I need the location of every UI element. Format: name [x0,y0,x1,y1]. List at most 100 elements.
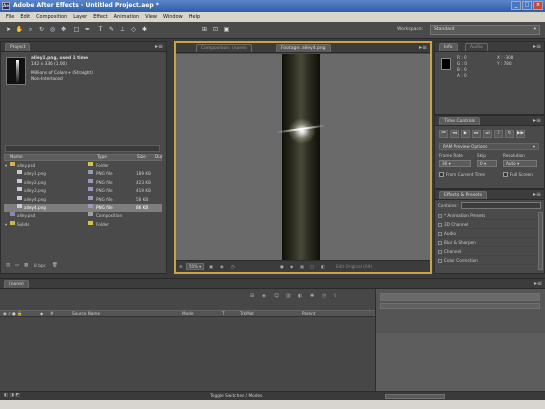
region-icon[interactable]: ◆ [290,264,293,269]
new-composition-icon[interactable]: ▦ [24,263,28,268]
timeline-track[interactable] [376,333,545,391]
safe-zones-icon[interactable]: ▣ [209,264,213,269]
full-screen-checkbox[interactable] [503,172,508,177]
workspace-select[interactable]: Standard ▾ [430,25,540,35]
expand-icon[interactable] [438,259,442,263]
clone-stamp-tool-icon[interactable]: ⊥ [118,25,127,35]
expand-icon[interactable] [438,214,442,218]
effects-category[interactable]: 3D Channel [438,221,536,229]
from-current-checkbox[interactable] [439,172,444,177]
menu-edit[interactable]: Edit [17,14,33,20]
column-mode[interactable]: Mode [182,311,193,317]
menu-view[interactable]: View [142,14,160,20]
menu-help[interactable]: Help [186,14,203,20]
menu-window[interactable]: Window [160,14,186,20]
expand-layer-switches-icon[interactable]: ◧ ◨ ◩ [4,393,20,398]
effects-search-input[interactable] [461,202,541,209]
rectangle-mask-tool-icon[interactable]: □ [72,25,81,35]
layout-icon[interactable]: ▢ [310,264,314,269]
project-row[interactable]: ▾ Solids Folder [4,220,162,229]
column-parent[interactable]: Parent [302,311,315,317]
project-row[interactable]: alley1.png PNG file 189 KB [4,170,162,178]
effects-category[interactable]: Channel [438,248,536,256]
label-color-swatch[interactable] [88,195,93,200]
first-frame-icon[interactable]: ⏮ [439,130,448,138]
expand-icon[interactable] [438,241,442,245]
effects-category[interactable]: Audio [438,230,536,238]
eraser-tool-icon[interactable]: ◇ [129,25,138,35]
minimize-button[interactable]: _ [511,1,521,10]
tab-footage[interactable]: Footage: alley4.png [276,44,331,52]
axis-mode-icon[interactable]: ⊞ [200,25,209,35]
transparency-grid-icon[interactable]: ▦ [300,264,304,269]
graph-editor-icon[interactable]: ⌇ [334,293,336,299]
project-row[interactable]: ▾ alley.psd Folder [4,162,162,170]
zoom-select[interactable]: 50% ▾ [186,263,205,270]
world-axis-icon[interactable]: ⊡ [211,25,220,35]
comp-mini-flowchart-icon[interactable]: ⊞ [250,293,254,299]
menu-file[interactable]: File [3,14,17,20]
effects-category[interactable]: Blur & Sharpen [438,239,536,247]
expand-icon[interactable] [438,223,442,227]
time-navigator-bar[interactable] [380,293,540,301]
column-t[interactable]: T [222,311,225,317]
effects-menu-icon[interactable]: ▸≡ [533,191,541,198]
draft-3d-icon[interactable]: ◈ [262,293,266,299]
loop-icon[interactable]: ↻ [505,130,514,138]
info-menu-icon[interactable]: ▸≡ [533,43,541,50]
label-color-swatch[interactable] [88,178,93,183]
label-color-swatch[interactable] [88,187,93,192]
viewer-menu-icon[interactable]: ▸≡ [419,44,427,51]
tab-info[interactable]: Info [439,43,458,51]
timeline-menu-icon[interactable]: ▸≡ [534,280,542,287]
viewer-canvas[interactable] [176,54,430,262]
edit-original-label[interactable]: Edit Original (Alt) [336,264,372,269]
column-name[interactable]: Name [10,155,23,161]
column-type[interactable]: Type [97,155,107,161]
ram-preview-options[interactable]: RAM Preview Options ▾ [439,143,539,150]
project-row[interactable]: alley.psd Composition [4,212,162,220]
label-color-swatch[interactable] [88,170,93,175]
audio-toggle-icon[interactable]: ♪ [494,130,503,138]
play-icon[interactable]: ▶ [461,130,470,138]
tab-effects-presets[interactable]: Effects & Presets [439,191,488,199]
motion-blur-icon[interactable]: ◐ [298,293,302,299]
expand-icon[interactable] [438,232,442,236]
zoom-slider[interactable] [385,394,445,399]
project-row[interactable]: alley4.png PNG file 58 KB [4,195,162,204]
brainstorm-icon[interactable]: ✺ [310,293,314,299]
effects-scrollbar[interactable] [538,212,543,270]
column-source-name[interactable]: Source Name [72,311,100,317]
camera-tool-icon[interactable]: ◎ [48,25,57,35]
work-area-bar[interactable] [380,303,540,309]
time-controls-menu-icon[interactable]: ▸≡ [533,117,541,124]
hand-tool-icon[interactable]: ✋ [15,25,24,35]
project-row[interactable]: alley2.png PNG file 423 KB [4,178,162,187]
next-frame-icon[interactable]: ▸▸ [472,130,481,138]
tab-project[interactable]: Project [5,43,31,51]
label-color-swatch[interactable] [88,212,93,217]
new-folder-icon[interactable]: ▭ [15,263,19,268]
brush-tool-icon[interactable]: ✎ [107,25,116,35]
panel-menu-icon[interactable]: ▸≡ [155,43,163,50]
close-button[interactable]: × [533,1,543,10]
menu-composition[interactable]: Composition [33,14,70,20]
auto-keyframe-icon[interactable]: ◷ [322,293,326,299]
ram-preview-icon[interactable]: ▶▶ [516,130,525,138]
column-size[interactable]: Size [137,155,146,161]
puppet-tool-icon[interactable]: ✱ [140,25,149,35]
project-row[interactable]: alley4.png PNG file 86 KB [4,203,162,213]
column-duration[interactable]: Dur [155,155,163,161]
effects-category[interactable]: Color Correction [438,257,536,265]
text-tool-icon[interactable]: T [96,25,105,35]
menu-layer[interactable]: Layer [70,14,90,20]
rotate-tool-icon[interactable]: ↻ [37,25,46,35]
shy-layers-icon[interactable]: ☺ [274,293,279,299]
view-axis-icon[interactable]: ▣ [222,25,231,35]
tab-time-controls[interactable]: Time Controls [439,117,481,125]
menu-effect[interactable]: Effect [90,14,110,20]
tab-composition[interactable]: Composition: (none) [196,44,252,52]
trash-icon[interactable]: 🗑 [52,263,57,268]
snapshot-icon[interactable]: ◉ [220,264,224,269]
magnifier-icon[interactable]: ⊕ [179,264,183,269]
